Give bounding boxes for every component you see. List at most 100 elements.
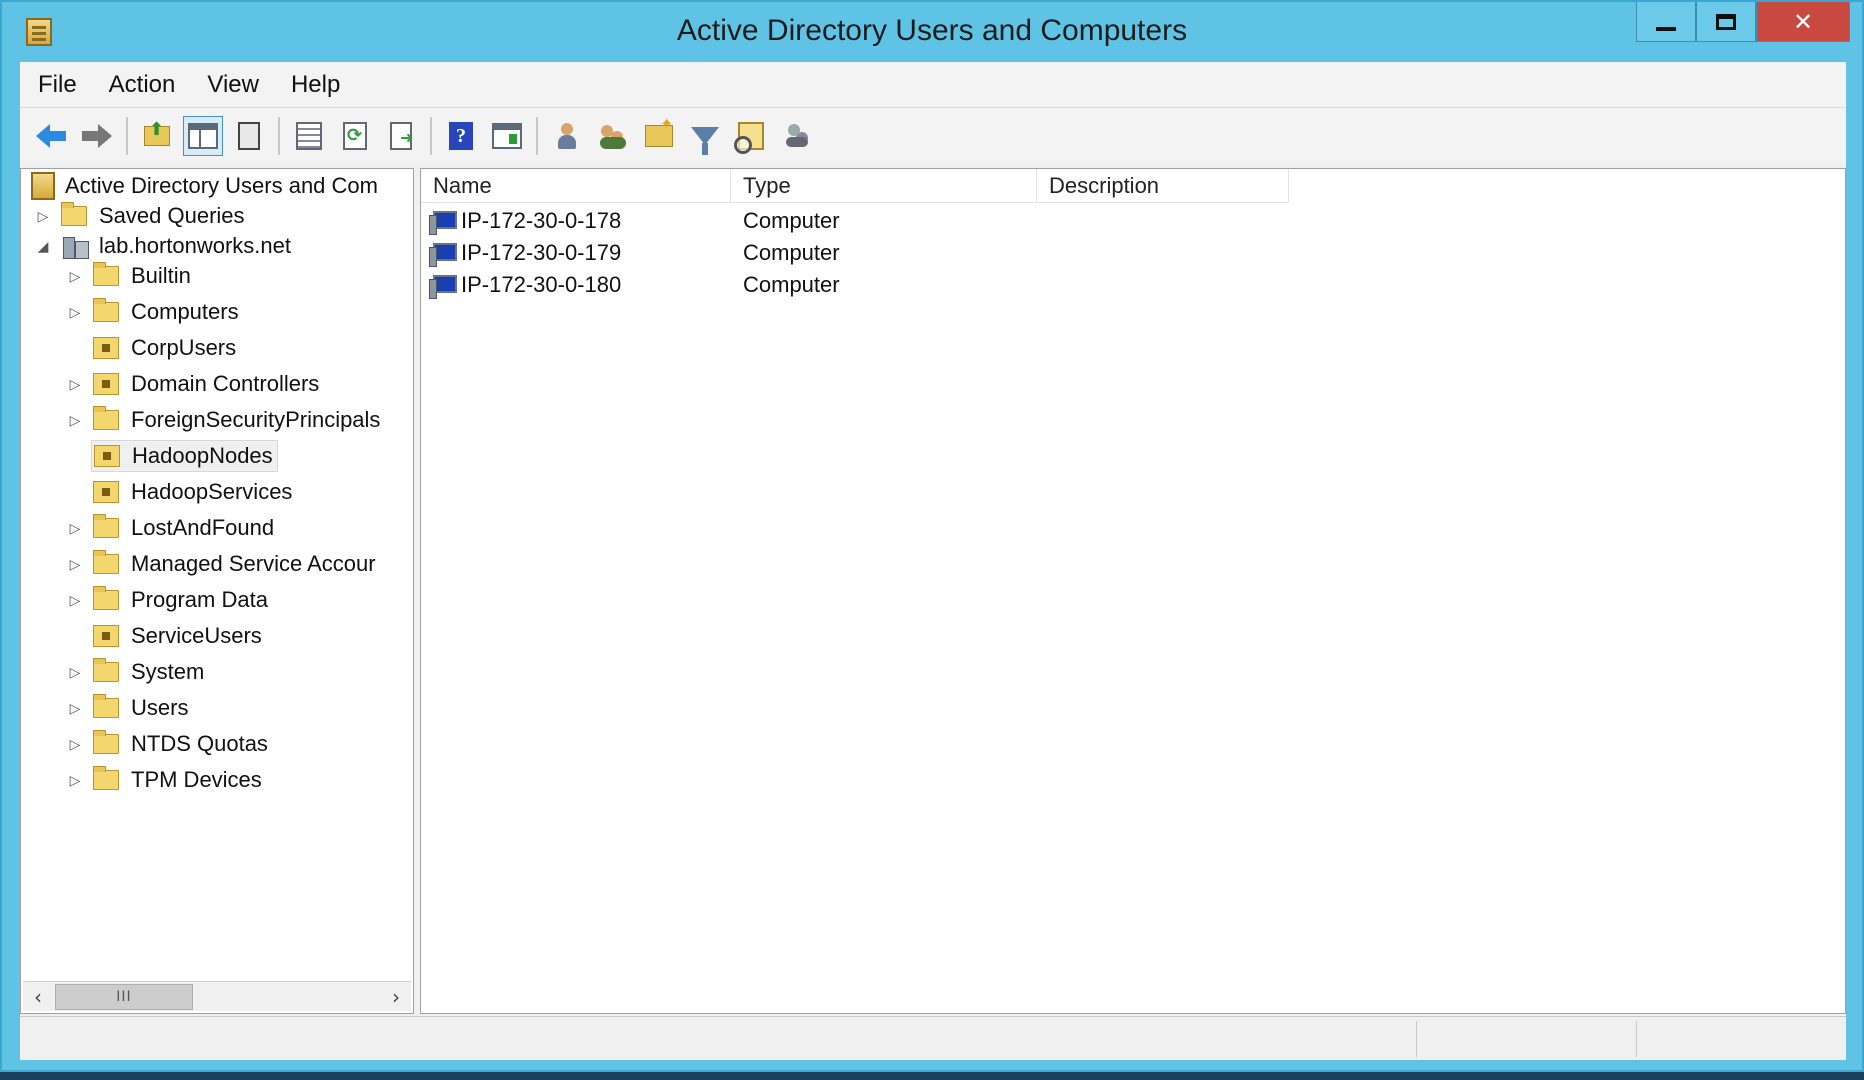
expand-icon[interactable]: ▷ — [65, 592, 85, 609]
back-button[interactable] — [31, 116, 71, 156]
minimize-icon — [1656, 26, 1676, 31]
tree-item[interactable]: HadoopNodes — [65, 439, 278, 473]
tree-item-label: lab.hortonworks.net — [99, 233, 291, 258]
show-hide-console-tree-button[interactable] — [183, 116, 223, 156]
expand-icon[interactable]: ▷ — [65, 736, 85, 753]
cell-name: IP-172-30-0-180 — [429, 269, 729, 301]
expand-icon[interactable]: ▷ — [65, 772, 85, 789]
expand-icon[interactable]: ▷ — [65, 664, 85, 681]
status-segment — [1636, 1021, 1846, 1057]
tree-item[interactable]: ▷ Domain Controllers — [65, 367, 323, 401]
table-row[interactable]: IP-172-30-0-180 Computer — [421, 269, 1845, 301]
tree-item-content: lab.hortonworks.net — [59, 231, 295, 261]
table-row[interactable]: IP-172-30-0-178 Computer — [421, 205, 1845, 237]
tree-root-label: Active Directory Users and Com — [65, 173, 378, 198]
menu-view[interactable]: View — [207, 71, 259, 99]
menu-file[interactable]: File — [38, 71, 77, 99]
create-ou-button[interactable] — [639, 114, 679, 156]
expand-icon[interactable]: ▷ — [33, 208, 53, 225]
column-header-type[interactable]: Type — [731, 169, 1037, 203]
tree-item-domain[interactable]: ◢ lab.hortonworks.net — [33, 229, 295, 263]
tree-item-label: ForeignSecurityPrincipals — [131, 407, 381, 432]
forward-button[interactable] — [77, 116, 117, 156]
tree-item[interactable]: ▷ Builtin — [65, 259, 195, 293]
tree-item[interactable]: HadoopServices — [65, 475, 296, 509]
scroll-left-arrow-icon[interactable]: ‹ — [23, 982, 53, 1012]
paste-icon — [238, 122, 260, 150]
tree-item[interactable]: ▷ NTDS Quotas — [65, 727, 272, 761]
minimize-button[interactable] — [1636, 2, 1696, 42]
create-user-button[interactable] — [547, 116, 587, 156]
tree-item-content: ServiceUsers — [91, 621, 266, 651]
properties-button[interactable] — [289, 116, 329, 156]
tree-item[interactable]: CorpUsers — [65, 331, 240, 365]
show-hide-action-pane-button[interactable] — [487, 116, 527, 156]
tree-item[interactable]: ▷ Managed Service Accour — [65, 547, 380, 581]
maximize-button[interactable] — [1696, 2, 1756, 42]
computer-name: IP-172-30-0-178 — [461, 208, 622, 233]
delegate-control-icon — [782, 121, 812, 151]
help-icon: ? — [449, 122, 473, 150]
create-group-button[interactable] — [593, 116, 633, 156]
tree-item[interactable]: ▷ ForeignSecurityPrincipals — [65, 403, 384, 437]
expand-icon[interactable]: ▷ — [65, 376, 85, 393]
table-row[interactable]: IP-172-30-0-179 Computer — [421, 237, 1845, 269]
folder-icon — [93, 766, 119, 790]
export-list-button[interactable] — [381, 116, 421, 156]
tree-item[interactable]: ▷ Program Data — [65, 583, 272, 617]
title-bar[interactable]: Active Directory Users and Computers ✕ — [2, 2, 1862, 62]
tree-root[interactable]: Active Directory Users and Com — [31, 169, 378, 203]
tree-item-saved-queries[interactable]: ▷ Saved Queries — [33, 199, 249, 233]
tree-item-label: TPM Devices — [131, 767, 262, 792]
refresh-button[interactable] — [335, 116, 375, 156]
computer-icon — [429, 273, 457, 299]
up-one-level-icon — [144, 119, 170, 146]
back-icon — [36, 124, 66, 148]
cell-description — [1049, 205, 1289, 237]
results-list[interactable]: Name Type Description IP-172-30-0-178 Com… — [420, 168, 1846, 1014]
filter-button[interactable] — [685, 116, 725, 156]
tree-item[interactable]: ServiceUsers — [65, 619, 266, 653]
close-button[interactable]: ✕ — [1756, 2, 1850, 42]
tree-item-content: Saved Queries — [59, 201, 249, 231]
column-header-description[interactable]: Description — [1037, 169, 1289, 203]
menu-action[interactable]: Action — [109, 71, 176, 99]
properties-icon — [296, 122, 322, 150]
tree-item[interactable]: ▷ Computers — [65, 295, 243, 329]
toolbar: ? — [20, 108, 1846, 164]
create-user-icon — [553, 121, 581, 151]
expand-icon[interactable]: ▷ — [65, 556, 85, 573]
tree-item[interactable]: ▷ TPM Devices — [65, 763, 266, 797]
delegate-control-button[interactable] — [777, 116, 817, 156]
menu-help[interactable]: Help — [291, 71, 340, 99]
organizational-unit-icon — [93, 337, 119, 359]
tree-item-label: HadoopServices — [131, 479, 293, 504]
expand-icon[interactable]: ▷ — [65, 304, 85, 321]
expand-icon[interactable]: ▷ — [65, 700, 85, 717]
tree-item[interactable]: ▷ System — [65, 655, 208, 689]
scroll-thumb[interactable]: III — [55, 984, 193, 1010]
find-button[interactable] — [731, 116, 771, 156]
find-icon — [734, 122, 764, 154]
tree-item-content: Builtin — [91, 261, 195, 291]
tree-item-label: ServiceUsers — [131, 623, 262, 648]
tree-item-label: HadoopNodes — [132, 443, 273, 468]
expand-icon[interactable]: ▷ — [65, 412, 85, 429]
scroll-right-arrow-icon[interactable]: › — [381, 982, 411, 1012]
console-tree[interactable]: Active Directory Users and Com ▷ Saved Q… — [20, 168, 414, 1014]
help-button[interactable]: ? — [441, 116, 481, 156]
menu-bar: File Action View Help — [20, 62, 1846, 108]
tree-item[interactable]: ▷ LostAndFound — [65, 511, 278, 545]
tree-horizontal-scrollbar[interactable]: ‹ III › — [23, 981, 411, 1011]
toolbar-separator — [430, 117, 432, 155]
expand-icon[interactable]: ▷ — [65, 520, 85, 537]
tree-item[interactable]: ▷ Users — [65, 691, 192, 725]
column-header-name[interactable]: Name — [421, 169, 731, 203]
tree-item-label: Computers — [131, 299, 239, 324]
refresh-icon — [343, 122, 367, 150]
paste-button[interactable] — [229, 116, 269, 156]
up-one-level-button[interactable] — [137, 116, 177, 156]
client-area: Active Directory Users and Com ▷ Saved Q… — [20, 164, 1846, 1022]
expand-icon[interactable]: ▷ — [65, 268, 85, 285]
collapse-icon[interactable]: ◢ — [33, 238, 53, 255]
